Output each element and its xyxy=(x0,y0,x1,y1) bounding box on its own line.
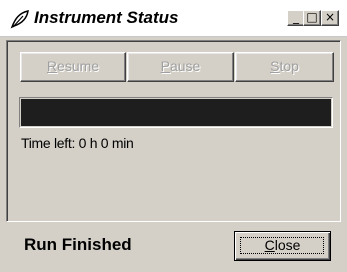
close-window-button[interactable]: × xyxy=(321,10,339,26)
close-icon: × xyxy=(324,10,336,24)
stop-label: top xyxy=(279,58,299,74)
instrument-status-window: Instrument Status _ □ × Resume Pause Sto… xyxy=(0,0,347,272)
maximize-button[interactable]: □ xyxy=(303,10,321,26)
resume-button[interactable]: Resume xyxy=(20,52,126,82)
stop-button[interactable]: Stop xyxy=(235,52,334,82)
resume-label: esume xyxy=(57,58,100,74)
close-label: lose xyxy=(274,237,301,253)
resume-accelerator: R xyxy=(46,58,58,74)
progress-bar xyxy=(19,97,333,128)
close-button[interactable]: Close xyxy=(234,231,331,261)
maximize-icon: □ xyxy=(306,10,318,24)
pause-button[interactable]: Pause xyxy=(127,52,234,82)
feather-icon xyxy=(10,10,29,29)
time-left-text: Time left: 0 h 0 min xyxy=(21,135,134,151)
close-accelerator: C xyxy=(264,237,275,253)
progress-bar-fill xyxy=(21,99,331,126)
run-status-text: Run Finished xyxy=(24,235,132,254)
minimize-icon: _ xyxy=(293,10,299,24)
title-bar[interactable]: Instrument Status _ □ × xyxy=(0,0,347,37)
pause-accelerator: P xyxy=(160,58,170,74)
window-title: Instrument Status xyxy=(34,8,179,27)
pause-label: ause xyxy=(169,58,201,74)
